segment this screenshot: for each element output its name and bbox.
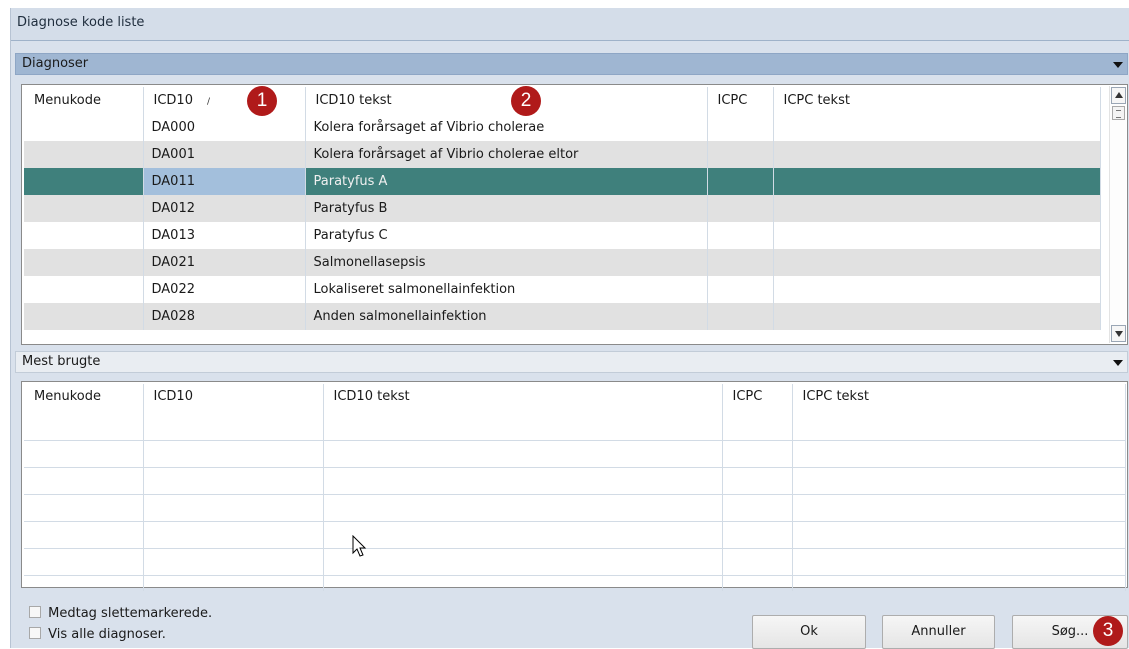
cell-menukode (24, 276, 144, 303)
mest-brugte-grid[interactable]: Menukode ICD10 ICD10 tekst ICPC ICPC tek… (21, 381, 1128, 591)
mest-brugte-panel-header[interactable]: Mest brugte (15, 351, 1128, 373)
diagnoser-header-label: Diagnoser (22, 56, 89, 71)
empty-row (24, 575, 1126, 591)
cell-icpc-tekst (773, 249, 1101, 276)
col-header-icd10-tekst[interactable]: ICD10 tekst (305, 87, 708, 114)
empty-row (24, 548, 1126, 576)
cell-icpc (707, 222, 774, 249)
table-row[interactable]: DA028 Anden salmonellainfektion (24, 303, 1101, 330)
cell-icd10-tekst: Anden salmonellainfektion (305, 303, 708, 330)
chevron-down-icon[interactable] (1113, 62, 1123, 68)
cell-icpc (707, 141, 774, 168)
scrollbar-thumb[interactable] (1112, 106, 1125, 120)
cell-icd10: DA028 (143, 303, 306, 330)
show-all-option[interactable]: Vis alle diagnoser. (29, 627, 166, 645)
cell-menukode (24, 141, 144, 168)
diagnoser-grid[interactable]: Menukode ICD10 / ICD10 tekst ICPC ICPC te… (21, 84, 1128, 345)
cell-icd10-tekst: Paratyfus C (305, 222, 708, 249)
cell-icpc-tekst (773, 303, 1101, 330)
sort-indicator-icon: / (206, 97, 211, 107)
cell-icd10-tekst: Lokaliseret salmonellainfektion (305, 276, 708, 303)
window-title: Diagnose kode liste (11, 8, 1129, 40)
show-all-checkbox[interactable] (29, 627, 41, 639)
cell-icd10: DA022 (143, 276, 306, 303)
include-deleted-checkbox[interactable] (29, 606, 41, 618)
cell-icpc-tekst (773, 114, 1101, 141)
cell-icpc (707, 276, 774, 303)
show-all-label: Vis alle diagnoser. (48, 627, 166, 642)
cell-icpc (707, 249, 774, 276)
col-header-icd10-label: ICD10 (153, 93, 193, 108)
cell-icpc-tekst (773, 168, 1101, 195)
cell-icpc-tekst (773, 141, 1101, 168)
cell-icd10: DA021 (143, 249, 306, 276)
cell-icpc-tekst (773, 222, 1101, 249)
col-header-icpc[interactable]: ICPC (722, 384, 793, 441)
include-deleted-option[interactable]: Medtag slettemarkerede. (29, 606, 212, 624)
title-divider (11, 40, 1129, 41)
col-header-menukode[interactable]: Menukode (24, 384, 144, 441)
col-header-icd10[interactable]: ICD10 (143, 384, 324, 441)
table-row[interactable]: DA012 Paratyfus B (24, 195, 1101, 222)
empty-row (24, 494, 1126, 522)
scroll-down-icon[interactable] (1111, 325, 1126, 342)
col-header-icd10[interactable]: ICD10 / (143, 87, 306, 114)
diagnoser-panel-header[interactable]: Diagnoser (15, 53, 1128, 75)
mouse-cursor-icon (352, 535, 367, 557)
table-row[interactable]: DA022 Lokaliseret salmonellainfektion (24, 276, 1101, 303)
cell-icpc (707, 303, 774, 330)
cancel-button[interactable]: Annuller (882, 615, 995, 649)
table-row-selected[interactable]: DA011 Paratyfus A (24, 168, 1101, 195)
col-header-icpc[interactable]: ICPC (707, 87, 774, 114)
mest-brugte-header-row: Menukode ICD10 ICD10 tekst ICPC ICPC tek… (24, 384, 1126, 441)
cell-menukode (24, 249, 144, 276)
cell-icpc (707, 114, 774, 141)
callout-badge-3: 3 (1093, 616, 1123, 646)
diagnoser-scrollbar[interactable] (1109, 86, 1126, 343)
table-row[interactable]: DA000 Kolera forårsaget af Vibrio choler… (24, 114, 1101, 141)
empty-row (24, 521, 1126, 549)
mest-brugte-header-label: Mest brugte (22, 354, 101, 369)
diagnoser-header-row: Menukode ICD10 / ICD10 tekst ICPC ICPC te… (24, 87, 1101, 114)
chevron-down-icon[interactable] (1113, 360, 1123, 366)
cell-menukode (24, 168, 144, 195)
mest-brugte-table: Menukode ICD10 ICD10 tekst ICPC ICPC tek… (24, 384, 1126, 591)
cell-menukode (24, 114, 144, 141)
empty-row (24, 467, 1126, 495)
cell-icd10: DA000 (143, 114, 306, 141)
diagnose-dialog: Diagnose kode liste Diagnoser Menukode I… (10, 8, 1129, 649)
table-row[interactable]: DA001 Kolera forårsaget af Vibrio choler… (24, 141, 1101, 168)
include-deleted-label: Medtag slettemarkerede. (48, 606, 213, 621)
empty-row (24, 440, 1126, 468)
cell-menukode (24, 195, 144, 222)
cell-icpc-tekst (773, 276, 1101, 303)
col-header-icd10-tekst[interactable]: ICD10 tekst (323, 384, 723, 441)
cell-icd10-tekst: Kolera forårsaget af Vibrio cholerae elt… (305, 141, 708, 168)
table-row[interactable]: DA013 Paratyfus C (24, 222, 1101, 249)
col-header-icpc-tekst[interactable]: ICPC tekst (773, 87, 1101, 114)
diagnoser-table: Menukode ICD10 / ICD10 tekst ICPC ICPC te… (24, 87, 1101, 330)
col-header-icpc-tekst[interactable]: ICPC tekst (792, 384, 1126, 441)
cell-icd10: DA001 (143, 141, 306, 168)
ok-button[interactable]: Ok (752, 615, 866, 649)
cell-icd10-tekst: Kolera forårsaget af Vibrio cholerae (305, 114, 708, 141)
cell-menukode (24, 222, 144, 249)
col-header-menukode[interactable]: Menukode (24, 87, 144, 114)
cell-icpc (707, 195, 774, 222)
table-row[interactable]: DA021 Salmonellasepsis (24, 249, 1101, 276)
cell-icpc (707, 168, 774, 195)
callout-badge-1: 1 (247, 86, 277, 116)
cell-icd10: DA013 (143, 222, 306, 249)
cell-icd10-tekst: Paratyfus A (305, 168, 708, 195)
scroll-up-icon[interactable] (1111, 87, 1126, 104)
cell-icd10-tekst: Paratyfus B (305, 195, 708, 222)
cell-icd10: DA012 (143, 195, 306, 222)
cell-icpc-tekst (773, 195, 1101, 222)
cell-menukode (24, 303, 144, 330)
callout-badge-2: 2 (511, 86, 541, 116)
cell-icd10-focused: DA011 (143, 168, 306, 195)
cell-icd10-tekst: Salmonellasepsis (305, 249, 708, 276)
